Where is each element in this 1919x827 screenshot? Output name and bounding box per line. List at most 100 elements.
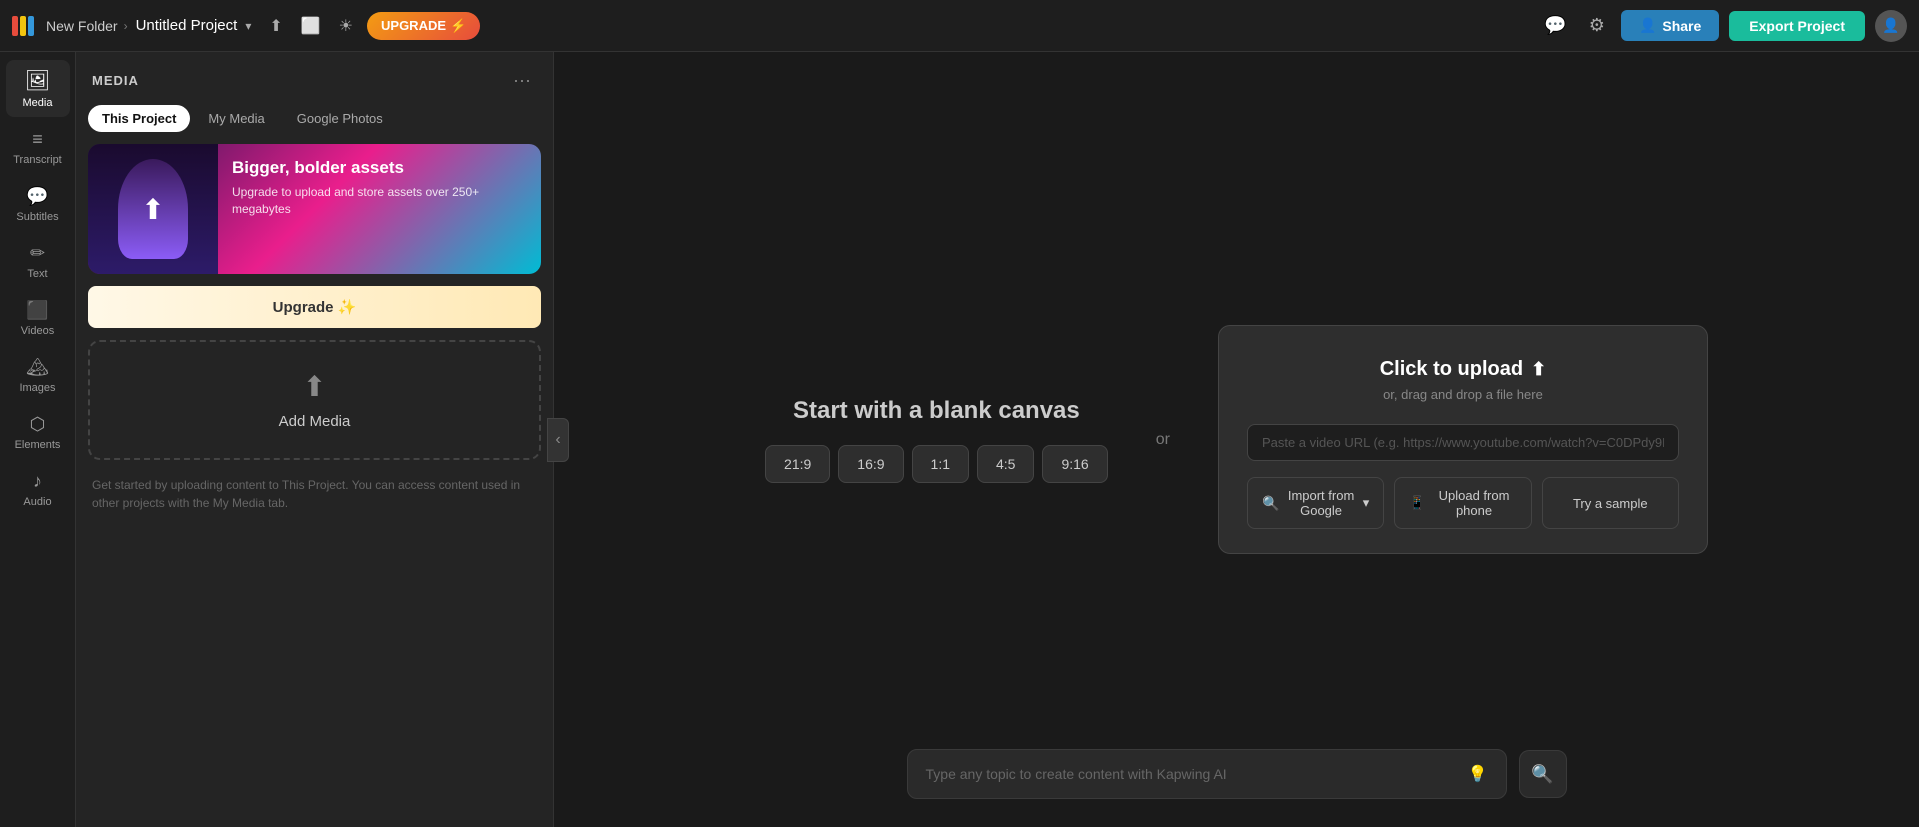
sidebar-label-elements: Elements [15,439,61,451]
sidebar-label-audio: Audio [23,496,51,508]
sidebar-item-images[interactable]: 🏔 Images [6,349,70,402]
upload-phone-button[interactable]: 📱 Upload from phone [1394,477,1531,529]
avatar[interactable]: 👤 [1875,10,1907,42]
ratio-btn-9-16[interactable]: 9:16 [1042,445,1107,483]
sidebar-label-media: Media [23,97,53,109]
ai-bar-placeholder: Type any topic to create content with Ka… [926,766,1227,782]
breadcrumb-chevron: › [124,19,128,33]
search-icon: 🔍 [1531,764,1553,785]
upload-box-subtitle: or, drag and drop a file here [1383,387,1543,402]
import-google-button[interactable]: 🔍 Import from Google ▾ [1247,477,1384,529]
tab-this-project[interactable]: This Project [88,105,190,132]
ratio-btn-4-5[interactable]: 4:5 [977,445,1034,483]
upgrade-card: ⬆ Bigger, bolder assets Upgrade to uploa… [88,144,541,274]
logo-bar-yellow [20,16,26,36]
media-icon: 🖼 [25,68,50,93]
media-panel: MEDIA ··· This Project My Media Google P… [76,52,554,827]
logo [12,16,34,36]
share-button[interactable]: 👤 Share [1621,10,1719,41]
add-media-label: Add Media [279,413,351,430]
project-name-dropdown-icon[interactable]: ▾ [245,19,251,33]
sidebar-item-elements[interactable]: ⬡ Elements [6,406,70,459]
transcript-icon: ≡ [32,129,43,150]
main-layout: 🖼 Media ≡ Transcript 💬 Subtitles ✏ Text … [0,52,1919,827]
sidebar-label-subtitles: Subtitles [16,211,58,223]
upgrade-card-btn-label: Upgrade ✨ [273,299,357,316]
gear-icon-btn[interactable]: ⚙ [1583,11,1611,40]
sample-label: Try a sample [1573,496,1648,511]
share-upload-icon-btn[interactable]: ⬆ [263,12,288,40]
blank-canvas-title: Start with a blank canvas [793,397,1080,425]
settings-icon-btn[interactable]: ☀ [333,12,359,40]
ai-bar-container: Type any topic to create content with Ka… [907,749,1567,799]
import-google-label: Import from Google [1285,488,1356,518]
topbar: New Folder › Untitled Project ▾ ⬆ ⬜ ☀ UP… [0,0,1919,52]
upload-box-title: Click to upload ⬆ [1380,358,1546,381]
ratio-btn-16-9[interactable]: 16:9 [838,445,903,483]
or-divider: or [1156,431,1170,449]
sidebar-item-subtitles[interactable]: 💬 Subtitles [6,178,70,231]
panel-hint: Get started by uploading content to This… [76,472,553,516]
logo-bar-blue [28,16,34,36]
folder-name[interactable]: New Folder [46,18,118,34]
subtitles-icon: 💬 [26,186,48,207]
sidebar-label-images: Images [19,382,55,394]
elements-icon: ⬡ [30,414,46,435]
upgrade-button[interactable]: UPGRADE ⚡ [367,12,480,40]
add-media-box[interactable]: ⬆ Add Media [88,340,541,460]
upgrade-card-desc: Upgrade to upload and store assets over … [232,184,527,218]
upgrade-card-figure: ⬆ [118,159,188,259]
canvas-area: Start with a blank canvas 21:9 16:9 1:1 … [554,52,1919,827]
ratio-btn-21-9[interactable]: 21:9 [765,445,830,483]
images-icon: 🏔 [26,357,49,378]
add-media-upload-icon: ⬆ [303,370,326,403]
icon-sidebar: 🖼 Media ≡ Transcript 💬 Subtitles ✏ Text … [0,52,76,827]
try-sample-button[interactable]: Try a sample [1542,477,1679,529]
sidebar-label-text: Text [27,268,47,280]
tab-google-photos[interactable]: Google Photos [283,105,397,132]
export-button[interactable]: Export Project [1729,11,1865,41]
sidebar-item-text[interactable]: ✏ Text [6,235,70,288]
panel-more-button[interactable]: ··· [507,68,537,93]
blank-canvas-section: Start with a blank canvas 21:9 16:9 1:1 … [765,397,1108,483]
ai-search-button[interactable]: 🔍 [1519,750,1567,798]
sidebar-item-audio[interactable]: ♪ Audio [6,463,70,516]
sidebar-label-transcript: Transcript [13,154,62,166]
url-input[interactable] [1247,424,1679,461]
sidebar-label-videos: Videos [21,325,54,337]
upload-phone-label: Upload from phone [1431,488,1516,518]
upgrade-card-image: ⬆ [88,144,218,274]
upgrade-card-button[interactable]: Upgrade ✨ [88,286,541,328]
topbar-right: 💬 ⚙ 👤 Share Export Project 👤 [1538,10,1907,42]
import-google-chevron: ▾ [1363,495,1370,511]
canvas-ratio-buttons: 21:9 16:9 1:1 4:5 9:16 [765,445,1108,483]
google-icon: 🔍 [1262,495,1279,512]
project-name[interactable]: Untitled Project [136,17,238,34]
share-label: Share [1662,18,1701,34]
logo-bar-red [12,16,18,36]
ratio-btn-1-1[interactable]: 1:1 [912,445,969,483]
comment-icon-btn[interactable]: ⬜ [295,12,327,40]
ai-bar-bulb-icon: 💡 [1468,764,1488,784]
topbar-actions: ⬆ ⬜ ☀ [263,12,359,40]
share-person-icon: 👤 [1639,17,1656,34]
panel-title: MEDIA [92,73,139,88]
sidebar-item-transcript[interactable]: ≡ Transcript [6,121,70,174]
upgrade-upload-icon: ⬆ [141,193,164,226]
panel-collapse-button[interactable]: ‹ [547,418,569,462]
phone-icon: 📱 [1409,495,1425,511]
sidebar-item-videos[interactable]: ⬛ Videos [6,292,70,345]
sidebar-item-media[interactable]: 🖼 Media [6,60,70,117]
panel-header: MEDIA ··· [76,52,553,105]
upload-box[interactable]: Click to upload ⬆ or, drag and drop a fi… [1218,325,1708,554]
comment-bubble-icon-btn[interactable]: 💬 [1538,11,1572,40]
ai-bar[interactable]: Type any topic to create content with Ka… [907,749,1507,799]
upgrade-card-title: Bigger, bolder assets [232,158,527,178]
breadcrumb: New Folder › [46,18,128,34]
text-icon: ✏ [30,243,45,264]
videos-icon: ⬛ [26,300,48,321]
upgrade-card-content: Bigger, bolder assets Upgrade to upload … [218,144,541,274]
export-label: Export Project [1749,18,1845,34]
upgrade-label: UPGRADE [381,18,446,33]
tab-my-media[interactable]: My Media [194,105,278,132]
